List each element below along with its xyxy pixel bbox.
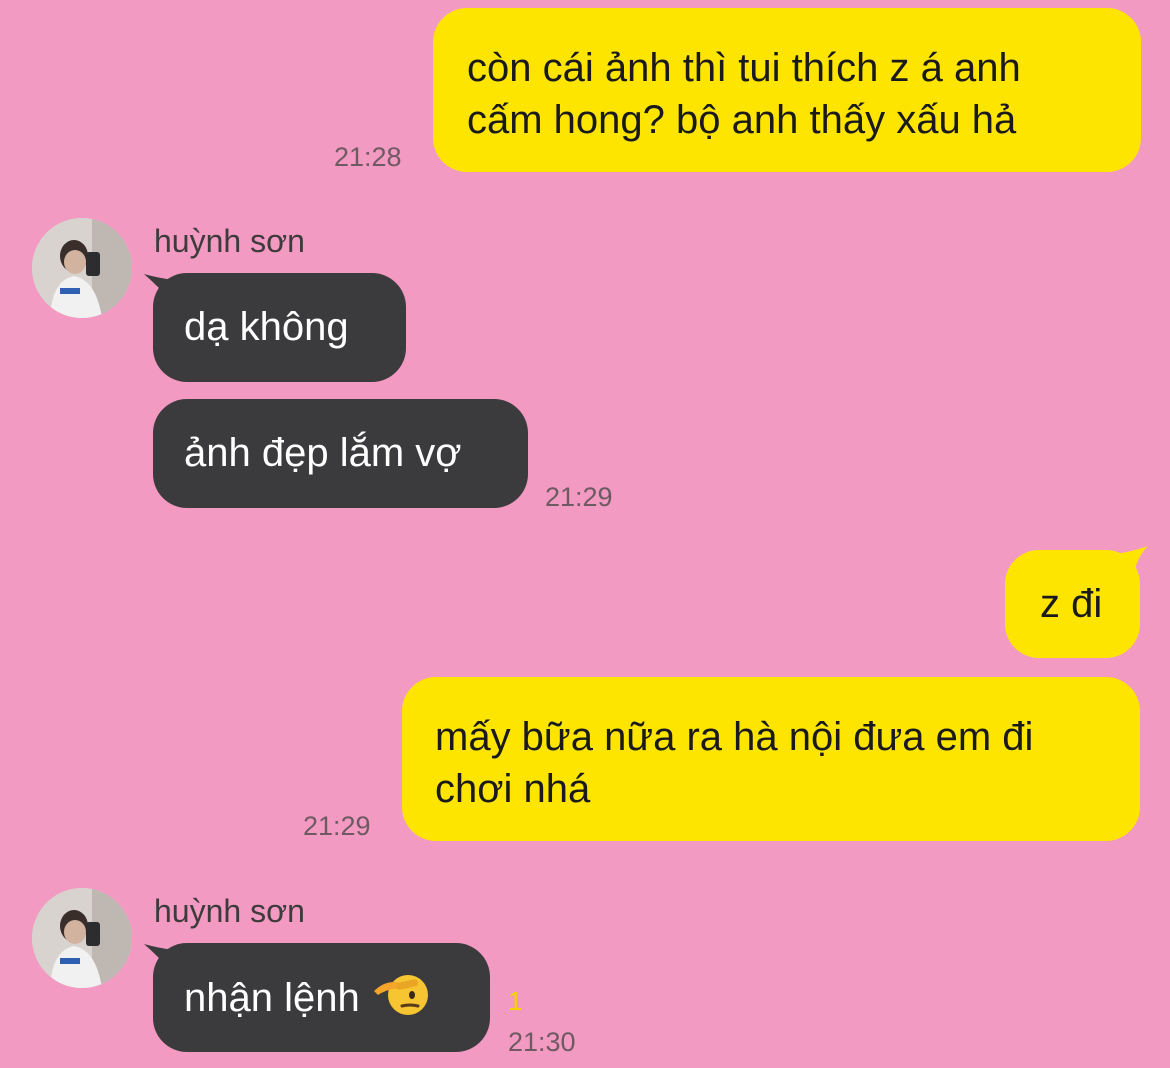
outgoing-message-bubble[interactable]: còn cái ảnh thì tui thích z á anh cấm ho…: [433, 8, 1141, 172]
message-text-line: cấm hong? bộ anh thấy xấu hả: [467, 98, 1017, 142]
saluting-face-icon: [372, 971, 428, 1030]
avatar[interactable]: [32, 888, 132, 988]
message-timestamp: 21:29: [545, 482, 613, 512]
avatar-photo-icon: [32, 218, 132, 318]
message-text-line: còn cái ảnh thì tui thích z á anh: [467, 46, 1021, 90]
avatar[interactable]: [32, 218, 132, 318]
avatar-photo-icon: [32, 888, 132, 988]
message-text-line: mấy bữa nữa ra hà nội đưa em đi: [435, 715, 1034, 759]
outgoing-message-bubble[interactable]: mấy bữa nữa ra hà nội đưa em đi chơi nhá: [402, 677, 1140, 841]
sender-name: huỳnh sơn: [154, 893, 305, 929]
message-timestamp: 21:28: [334, 142, 402, 172]
message-timestamp: 21:30: [508, 1027, 576, 1057]
sender-name: huỳnh sơn: [154, 223, 305, 259]
incoming-message-bubble[interactable]: ảnh đẹp lắm vợ: [153, 399, 528, 508]
outgoing-message-bubble[interactable]: z đi: [1005, 550, 1140, 658]
message-text: ảnh đẹp lắm vợ: [184, 431, 462, 475]
message-text-line: chơi nhá: [435, 767, 591, 811]
message-text: dạ không: [184, 305, 349, 349]
message-text: nhận lệnh: [184, 976, 360, 1021]
incoming-message-bubble[interactable]: nhận lệnh: [153, 943, 490, 1052]
incoming-message-bubble[interactable]: dạ không: [153, 273, 406, 382]
message-timestamp: 21:29: [303, 811, 371, 841]
unread-count-badge: 1: [508, 986, 523, 1016]
message-text: z đi: [1040, 582, 1103, 626]
